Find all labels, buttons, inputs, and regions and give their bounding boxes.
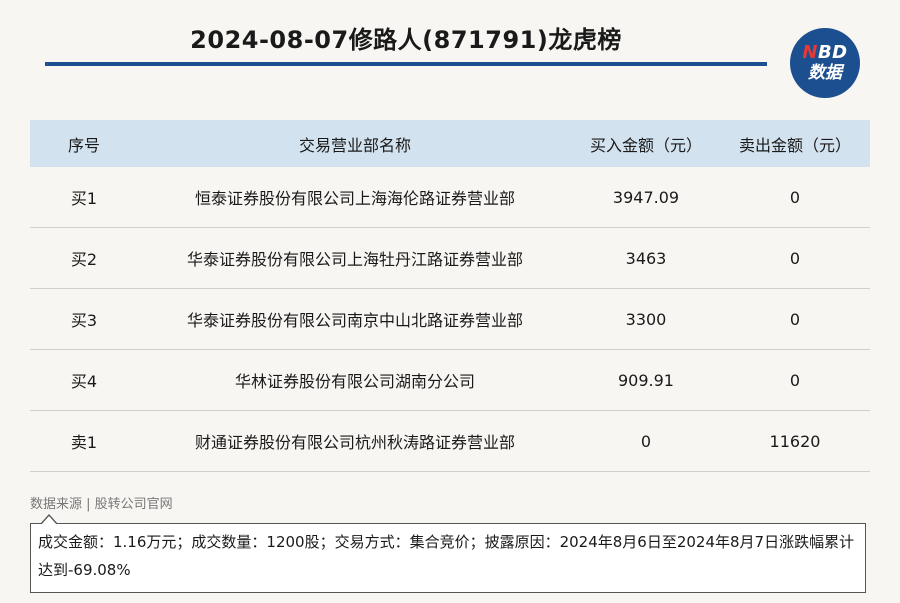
cell-branch-name: 华泰证券股份有限公司上海牡丹江路证券营业部 — [138, 227, 572, 289]
table-header-row: 序号 交易营业部名称 买入金额（元） 卖出金额（元） — [30, 120, 870, 167]
cell-branch-name: 华泰证券股份有限公司南京中山北路证券营业部 — [138, 288, 572, 350]
table-row: 买4 华林证券股份有限公司湖南分公司 909.91 0 — [30, 349, 870, 411]
trade-note: 成交金额：1.16万元；成交数量：1200股；交易方式：集合竞价；披露原因：20… — [30, 523, 866, 593]
cell-seq: 买2 — [30, 227, 138, 289]
title-divider — [45, 62, 767, 66]
cell-buy-amount: 3947.09 — [572, 167, 720, 228]
cell-branch-name: 华林证券股份有限公司湖南分公司 — [138, 349, 572, 411]
dragon-tiger-table: 序号 交易营业部名称 买入金额（元） 卖出金额（元） 买1 恒泰证券股份有限公司… — [30, 120, 870, 472]
page-title: 2024-08-07修路人(871791)龙虎榜 — [190, 26, 622, 54]
cell-seq: 买1 — [30, 167, 138, 228]
table-row: 买1 恒泰证券股份有限公司上海海伦路证券营业部 3947.09 0 — [30, 167, 870, 228]
cell-branch-name: 财通证券股份有限公司杭州秋涛路证券营业部 — [138, 410, 572, 472]
header-seq: 序号 — [30, 120, 138, 167]
header-sell-amount: 卖出金额（元） — [720, 120, 870, 167]
cell-seq: 买4 — [30, 349, 138, 411]
cell-buy-amount: 909.91 — [572, 349, 720, 411]
cell-branch-name: 恒泰证券股份有限公司上海海伦路证券营业部 — [138, 167, 572, 228]
cell-sell-amount: 0 — [720, 288, 870, 350]
nbd-data-logo: NBD 数据 — [790, 28, 860, 98]
cell-buy-amount: 3300 — [572, 288, 720, 350]
cell-sell-amount: 0 — [720, 167, 870, 228]
cell-seq: 卖1 — [30, 410, 138, 472]
header-branch-name: 交易营业部名称 — [138, 120, 572, 167]
cell-sell-amount: 0 — [720, 227, 870, 289]
table-row: 买2 华泰证券股份有限公司上海牡丹江路证券营业部 3463 0 — [30, 227, 870, 289]
cell-sell-amount: 0 — [720, 349, 870, 411]
table-row: 买3 华泰证券股份有限公司南京中山北路证券营业部 3300 0 — [30, 288, 870, 350]
cell-buy-amount: 3463 — [572, 227, 720, 289]
data-source: 数据来源 | 股转公司官网 — [30, 497, 173, 512]
header-buy-amount: 买入金额（元） — [572, 120, 720, 167]
cell-sell-amount: 11620 — [720, 410, 870, 472]
note-pointer-fill — [41, 516, 57, 525]
table-row: 卖1 财通证券股份有限公司杭州秋涛路证券营业部 0 11620 — [30, 410, 870, 472]
cell-seq: 买3 — [30, 288, 138, 350]
cell-buy-amount: 0 — [572, 410, 720, 472]
